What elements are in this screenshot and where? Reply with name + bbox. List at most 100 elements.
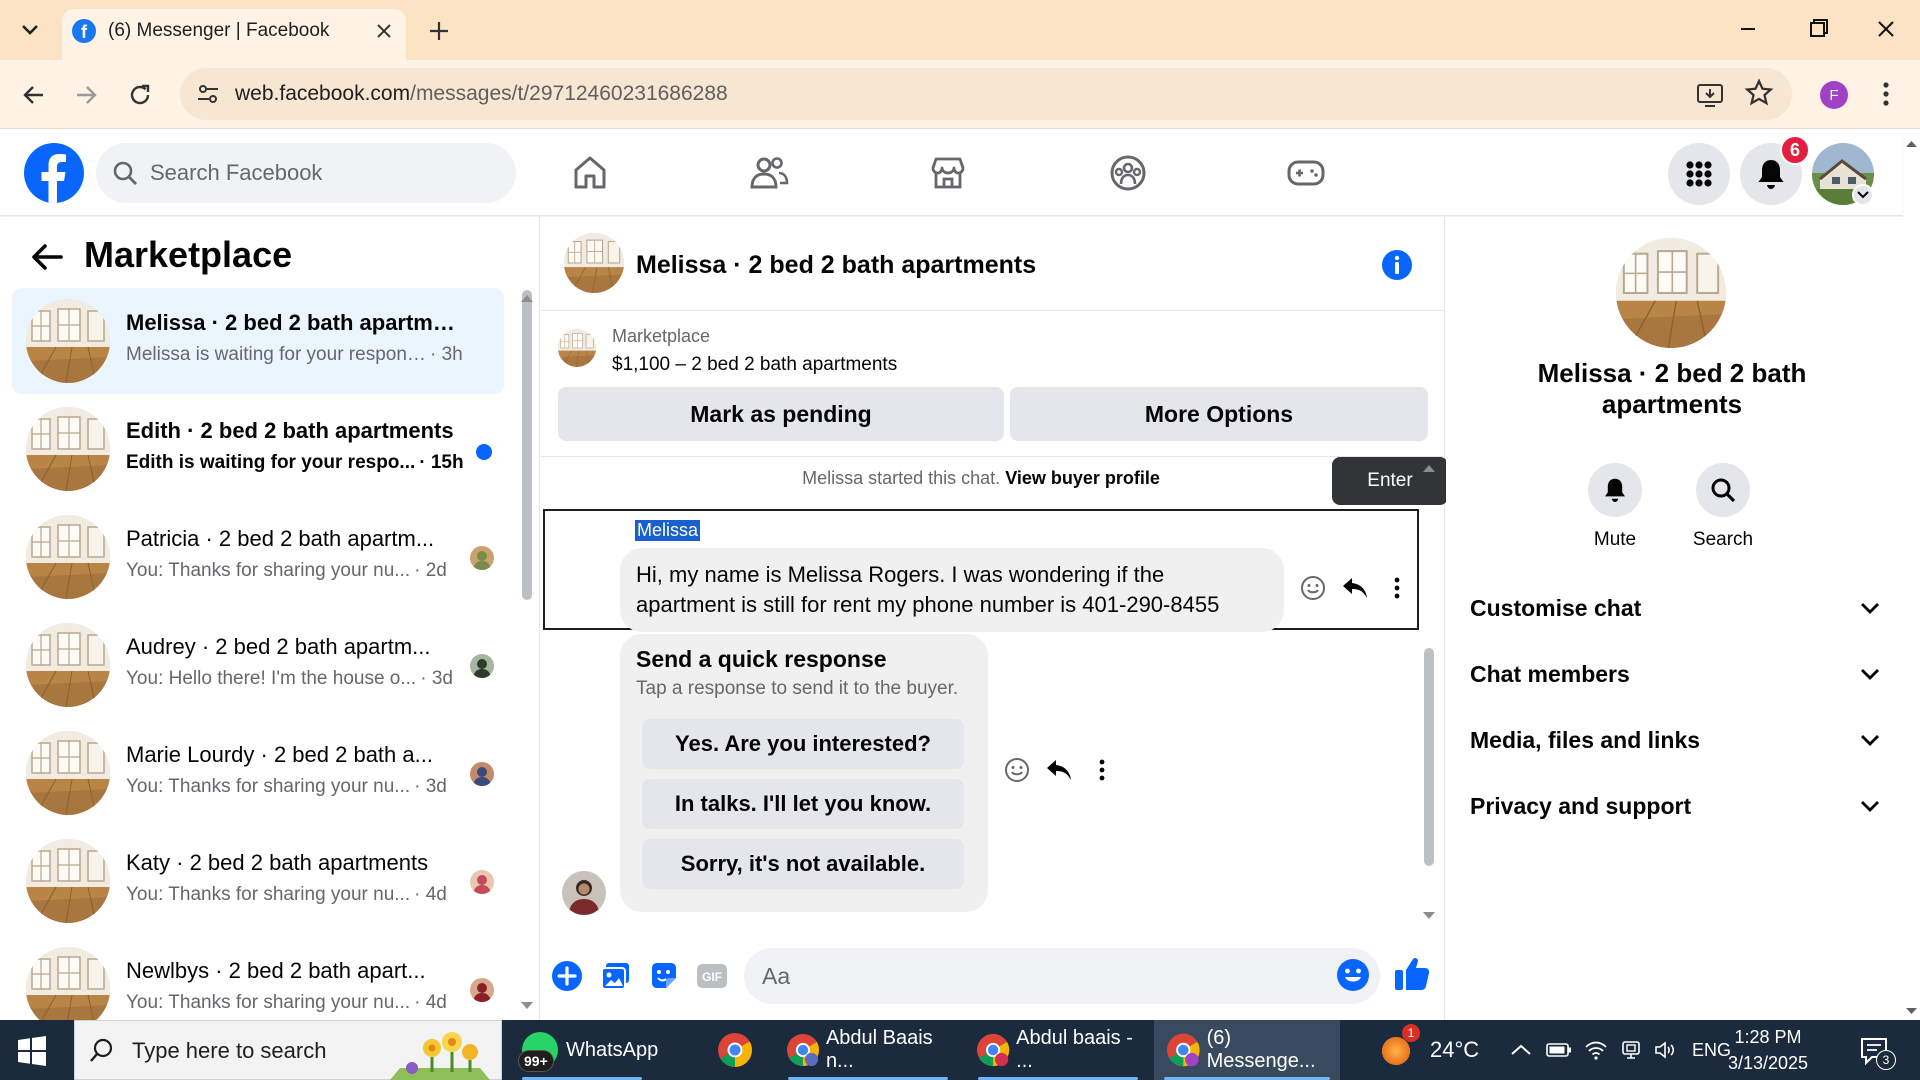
gif-button[interactable]: GIF [694,958,730,994]
mute-button[interactable] [1588,463,1642,517]
page-scroll-up-icon[interactable] [1903,135,1920,155]
window-minimize-button[interactable] [1728,14,1768,44]
media-files-links-section[interactable]: Media, files and links [1470,718,1880,762]
chat-avatar[interactable] [564,233,624,293]
scroll-up-icon[interactable] [1422,462,1436,474]
scroll-down-icon[interactable] [520,1000,534,1012]
volume-icon[interactable] [1654,1040,1678,1060]
facebook-search-input[interactable] [150,150,500,196]
taskbar-clock[interactable]: 1:28 PM 3/13/2025 [1718,1024,1818,1076]
nav-groups[interactable] [1105,150,1151,196]
start-button[interactable] [14,1034,54,1068]
more-options-button[interactable]: More Options [1010,387,1428,441]
customise-chat-section[interactable]: Customise chat [1470,586,1880,630]
taskbar-chrome-window-1[interactable]: Abdul Baais n... [778,1020,958,1080]
scroll-down-icon[interactable] [1422,910,1436,922]
scroll-up-icon[interactable] [520,292,534,304]
emoji-icon [1337,959,1369,991]
mark-pending-button[interactable]: Mark as pending [558,387,1004,441]
taskbar-weather[interactable]: 1 24°C [1380,1020,1479,1080]
react-button[interactable] [1296,571,1330,605]
privacy-support-section[interactable]: Privacy and support [1470,784,1880,828]
conversation-avatar [26,731,110,815]
taskbar-chrome-1-label: Abdul Baais n... [825,1027,933,1072]
chevron-up-icon[interactable] [1510,1043,1532,1057]
message-input[interactable] [762,952,1322,1000]
conversation-item[interactable]: Edith · 2 bed 2 bath apartments Edith is … [12,396,504,502]
message-bubble[interactable]: Hi, my name is Melissa Rogers. I was won… [620,548,1284,632]
read-receipt-avatar [470,978,494,1002]
wifi-icon[interactable] [1584,1040,1608,1060]
listing-thumbnail[interactable] [558,329,596,367]
action-center-button[interactable]: 3 [1858,1034,1896,1070]
chrome-icon [1166,1033,1200,1067]
search-action[interactable]: Search [1668,463,1778,551]
forward-button[interactable] [66,75,106,115]
reload-button[interactable] [120,75,160,115]
nav-friends[interactable] [746,150,792,196]
network-device-icon[interactable] [1620,1040,1642,1060]
conversation-item[interactable]: Katy · 2 bed 2 bath apartments You: Thank… [12,828,504,934]
buyer-avatar[interactable] [562,871,606,915]
browser-profile-avatar[interactable]: F [1820,81,1848,109]
quick-more-button[interactable] [1085,753,1119,787]
tab-close-button[interactable] [370,18,398,44]
conversation-item[interactable]: Melissa · 2 bed 2 bath apartments Melissa… [12,288,504,394]
install-app-icon[interactable] [1695,80,1725,110]
search-icon [1711,478,1736,503]
reply-icon [1343,578,1367,598]
home-icon [574,156,606,189]
facebook-logo-icon[interactable] [24,143,84,203]
conversation-time: · 4d [414,992,447,1013]
windows-logo-icon [18,1036,46,1066]
quick-response-yes[interactable]: Yes. Are you interested? [642,719,964,769]
quick-response-in-talks[interactable]: In talks. I'll let you know. [642,779,964,829]
conversation-item[interactable]: Marie Lourdy · 2 bed 2 bath a... You: Tha… [12,720,504,826]
more-actions-button[interactable] [549,958,585,994]
emoji-button[interactable] [1336,958,1370,992]
page-scroll-down-icon[interactable] [1903,1000,1920,1020]
taskbar-chrome-window-3[interactable]: (6) Messenge... [1154,1020,1340,1080]
mute-action[interactable]: Mute [1560,463,1670,551]
quick-react-button[interactable] [1000,753,1034,787]
url-text[interactable]: web.facebook.com/messages/t/297124602316… [235,82,728,106]
chat-members-section[interactable]: Chat members [1470,652,1880,696]
back-arrow-icon[interactable] [28,238,66,276]
like-button[interactable] [1393,955,1431,993]
back-button[interactable] [14,75,54,115]
taskbar-chrome[interactable] [708,1020,762,1080]
sticker-button[interactable] [646,958,682,994]
quick-reply-button[interactable] [1042,753,1076,787]
message-more-button[interactable] [1380,571,1414,605]
info-icon[interactable] [1381,249,1413,281]
conversation-item[interactable]: Audrey · 2 bed 2 bath apartm... You: Hell… [12,612,504,718]
quick-response-not-available[interactable]: Sorry, it's not available. [642,839,964,889]
contact-avatar-large[interactable] [1616,238,1726,348]
nav-marketplace[interactable] [925,150,971,196]
chat-scrollbar[interactable] [1424,648,1434,866]
attach-photo-button[interactable] [598,958,634,994]
conversation-item[interactable]: Patricia · 2 bed 2 bath apartm... You: Th… [12,504,504,610]
search-in-chat-button[interactable] [1696,463,1750,517]
listing-description[interactable]: $1,100 – 2 bed 2 bath apartments [612,354,897,376]
gamepad-icon [1287,160,1325,186]
nav-gaming[interactable] [1283,150,1329,196]
window-restore-button[interactable] [1798,14,1838,44]
browser-menu-icon[interactable] [1872,78,1900,110]
window-close-button[interactable] [1866,14,1906,44]
chat-title[interactable]: Melissa · 2 bed 2 bath apartments [636,251,1036,280]
reply-button[interactable] [1338,571,1372,605]
conversation-preview: Melissa is waiting for your response. [126,344,426,365]
view-buyer-profile-link[interactable]: View buyer profile [1005,468,1160,488]
nav-home[interactable] [567,150,613,196]
account-chevron-icon[interactable] [1852,184,1874,206]
conversation-scrollbar[interactable] [522,290,532,600]
taskbar-chrome-window-2[interactable]: Abdul baais - ... [968,1020,1148,1080]
bookmark-star-icon[interactable] [1744,78,1774,110]
new-tab-button[interactable] [424,16,454,46]
site-info-button[interactable] [192,78,224,110]
tab-list-button[interactable] [10,12,50,48]
battery-icon[interactable] [1546,1042,1572,1058]
thumbs-up-icon [1395,958,1430,990]
menu-button[interactable] [1668,143,1730,205]
